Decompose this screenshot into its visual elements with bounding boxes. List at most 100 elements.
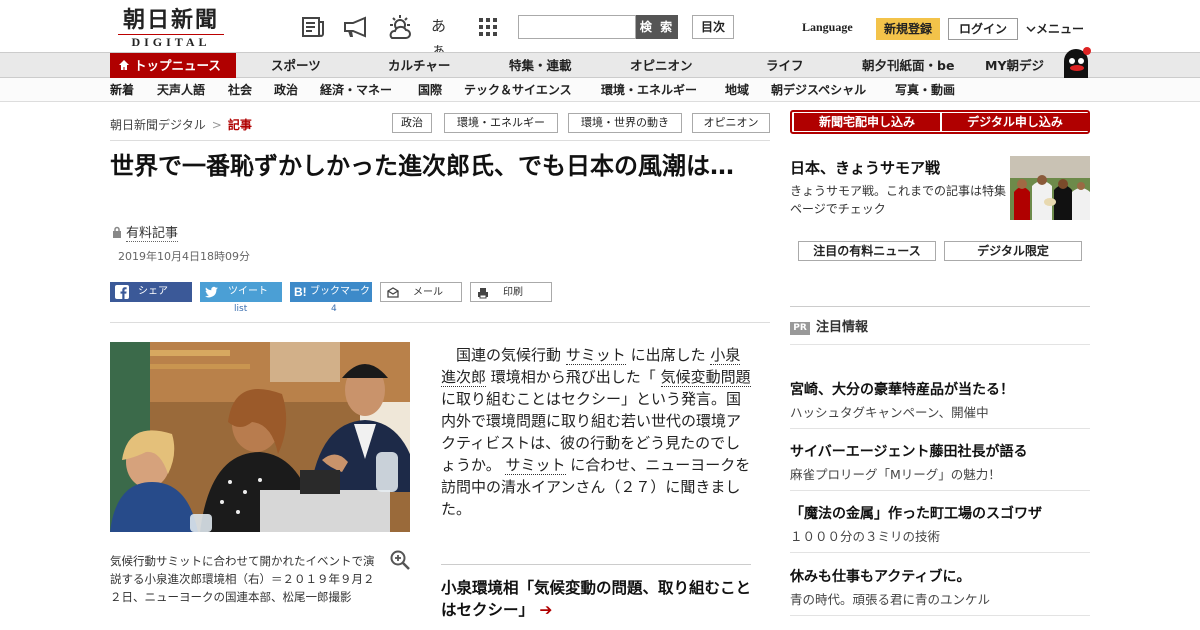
subnav-politics[interactable]: 政治 xyxy=(274,78,298,102)
digital-subscribe-button[interactable]: デジタル申し込み xyxy=(942,113,1088,131)
hatena-bookmark-button[interactable]: B! ブックマーク xyxy=(290,282,372,302)
article-photo[interactable] xyxy=(110,342,410,532)
feature-title[interactable]: 日本、きょうサモア戦 xyxy=(790,157,940,178)
print-button[interactable]: 印刷 xyxy=(470,282,552,302)
pr-badge: PR xyxy=(790,322,810,335)
bookmark-count[interactable]: 4 xyxy=(331,304,337,314)
subnav-economy[interactable]: 経済・マネー xyxy=(320,78,392,102)
lock-icon xyxy=(113,226,121,238)
ad-item-title[interactable]: 休みも仕事もアクティブに。 xyxy=(790,566,970,586)
ad-item-subtitle: ハッシュタグキャンペーン、開催中 xyxy=(790,405,989,420)
newspaper-icon[interactable] xyxy=(300,14,326,40)
search-input[interactable] xyxy=(518,15,636,39)
divider xyxy=(790,552,1090,553)
photo-caption: 気候行動サミットに合わせて開かれたイベントで演説する小泉進次郎環境相（右）＝２０… xyxy=(110,554,375,604)
font-size-icon[interactable]: あぁ xyxy=(431,14,457,59)
chevron-down-icon xyxy=(1026,26,1036,33)
divider xyxy=(790,344,1090,345)
tag-environment-world[interactable]: 環境・世界の動き xyxy=(568,113,682,133)
tag-politics[interactable]: 政治 xyxy=(392,113,432,133)
nav-opinion[interactable]: オピニオン xyxy=(630,53,693,78)
bookmark-label: ブックマーク xyxy=(310,286,370,297)
home-icon xyxy=(119,60,129,70)
tag-opinion[interactable]: オピニオン xyxy=(692,113,770,133)
tweet-label: ツイート xyxy=(228,286,268,297)
divider xyxy=(110,322,770,323)
article-body: 国連の気候行動 サミット に出席した 小泉進次郎 環境相から飛び出した「 気候変… xyxy=(441,344,751,520)
nav-life[interactable]: ライフ xyxy=(766,53,804,78)
divider xyxy=(790,306,1090,307)
body-text: に出席した xyxy=(630,346,706,364)
search-button[interactable]: 検 索 xyxy=(636,15,678,39)
subnav-society[interactable]: 社会 xyxy=(228,78,252,102)
twitter-icon xyxy=(205,286,218,298)
arrow-right-icon: ➔ xyxy=(539,601,553,619)
subnav-special[interactable]: 朝デジスペシャル xyxy=(771,78,866,102)
newspaper-delivery-button[interactable]: 新聞宅配申し込み xyxy=(794,113,940,131)
toc-button[interactable]: 目次 xyxy=(692,15,734,39)
menu-button[interactable]: メニュー xyxy=(1026,20,1084,37)
nav-my-asahi[interactable]: MY朝デジ xyxy=(985,53,1044,78)
subnav-tenseijingo[interactable]: 天声人語 xyxy=(157,78,205,102)
nav-culture[interactable]: カルチャー xyxy=(388,53,450,78)
mascot-icon xyxy=(1056,45,1092,79)
subnav-latest[interactable]: 新着 xyxy=(110,78,134,102)
related-article-title: 小泉環境相「気候変動の問題、取り組むことはセクシー」 xyxy=(441,579,752,619)
subnav-tech-science[interactable]: テック＆サイエンス xyxy=(464,78,572,102)
megaphone-icon[interactable] xyxy=(342,14,368,40)
ad-item-title[interactable]: 宮崎、大分の豪華特産品が当たる！ xyxy=(790,379,1014,399)
grid-apps-icon[interactable] xyxy=(478,14,504,40)
tag-environment-energy[interactable]: 環境・エネルギー xyxy=(444,113,558,133)
facebook-share-button[interactable]: シェア xyxy=(110,282,192,302)
ad-item-title[interactable]: 「魔法の金属」作った町工場のスゴワザ xyxy=(790,503,1042,523)
keyword-link-summit[interactable]: サミット xyxy=(505,456,566,475)
login-button[interactable]: ログイン xyxy=(948,18,1018,40)
subnav-environment[interactable]: 環境・エネルギー xyxy=(601,78,697,102)
breadcrumb-separator: > xyxy=(211,118,222,132)
menu-label: メニュー xyxy=(1036,22,1085,36)
divider xyxy=(441,564,751,565)
divider xyxy=(790,615,1090,616)
article-title: 世界で一番恥ずかしかった進次郎氏、でも日本の風潮は… xyxy=(110,152,734,180)
nav-top-news[interactable]: トップニュース xyxy=(110,53,236,78)
publish-date: 2019年10月4日18時09分 xyxy=(118,250,250,263)
body-text: 国連の気候行動 xyxy=(456,346,562,364)
nav-sports[interactable]: スポーツ xyxy=(271,53,321,78)
weather-icon[interactable] xyxy=(386,14,412,40)
logo-text-jp: 朝日新聞 xyxy=(122,7,219,33)
breadcrumb: 朝日新聞デジタル > 記事 xyxy=(110,116,252,133)
zoom-icon[interactable] xyxy=(390,550,410,570)
print-label: 印刷 xyxy=(503,287,523,298)
related-article-link[interactable]: 小泉環境相「気候変動の問題、取り組むことはセクシー」 ➔ xyxy=(441,577,761,621)
keyword-link-summit[interactable]: サミット xyxy=(565,346,626,365)
nav-newspaper[interactable]: 朝夕刊紙面・be xyxy=(862,53,954,78)
language-link[interactable]: Language xyxy=(802,20,853,35)
ad-item-subtitle: 青の時代。頑張る君に青のユンケル xyxy=(790,592,991,607)
tweet-count[interactable]: list xyxy=(234,304,247,314)
subnav-international[interactable]: 国際 xyxy=(418,78,442,102)
ad-item-subtitle: １０００分の３ミリの技術 xyxy=(790,529,941,544)
feature-thumbnail[interactable] xyxy=(1010,156,1090,220)
nav-label: トップニュース xyxy=(134,58,221,73)
register-button[interactable]: 新規登録 xyxy=(876,18,940,40)
featured-info-heading: PR 注目情報 xyxy=(790,316,868,335)
featured-paid-news-button[interactable]: 注目の有料ニュース xyxy=(798,241,936,261)
nav-features[interactable]: 特集・連載 xyxy=(509,53,572,78)
subnav-photo-video[interactable]: 写真・動画 xyxy=(895,78,955,102)
ad-item-subtitle: 麻雀プロリーグ「Mリーグ」の魅力！ xyxy=(790,467,1001,482)
paid-article-badge[interactable]: 有料記事 xyxy=(112,222,179,242)
site-logo[interactable]: 朝日新聞 DIGITAL xyxy=(112,8,230,48)
twitter-share-button[interactable]: ツイート xyxy=(200,282,282,302)
keyword-link-climate-change[interactable]: 気候変動問題 xyxy=(660,368,751,387)
paid-article-label: 有料記事 xyxy=(126,226,179,242)
mail-icon xyxy=(387,287,399,298)
mail-share-button[interactable]: メール xyxy=(380,282,462,302)
divider xyxy=(110,140,770,141)
primary-nav: トップニュース スポーツ カルチャー 特集・連載 オピニオン ライフ 朝夕刊紙面… xyxy=(0,47,1200,79)
ad-item-title[interactable]: サイバーエージェント藤田社長が語る xyxy=(790,441,1027,461)
subnav-local[interactable]: 地域 xyxy=(725,78,749,102)
breadcrumb-home[interactable]: 朝日新聞デジタル xyxy=(110,118,206,132)
digital-exclusive-button[interactable]: デジタル限定 xyxy=(944,241,1082,261)
featured-info-title: 注目情報 xyxy=(816,320,869,335)
site-header: 朝日新聞 DIGITAL あぁ 検 索 目次 Language 新規登録 ログイ… xyxy=(0,0,1200,59)
